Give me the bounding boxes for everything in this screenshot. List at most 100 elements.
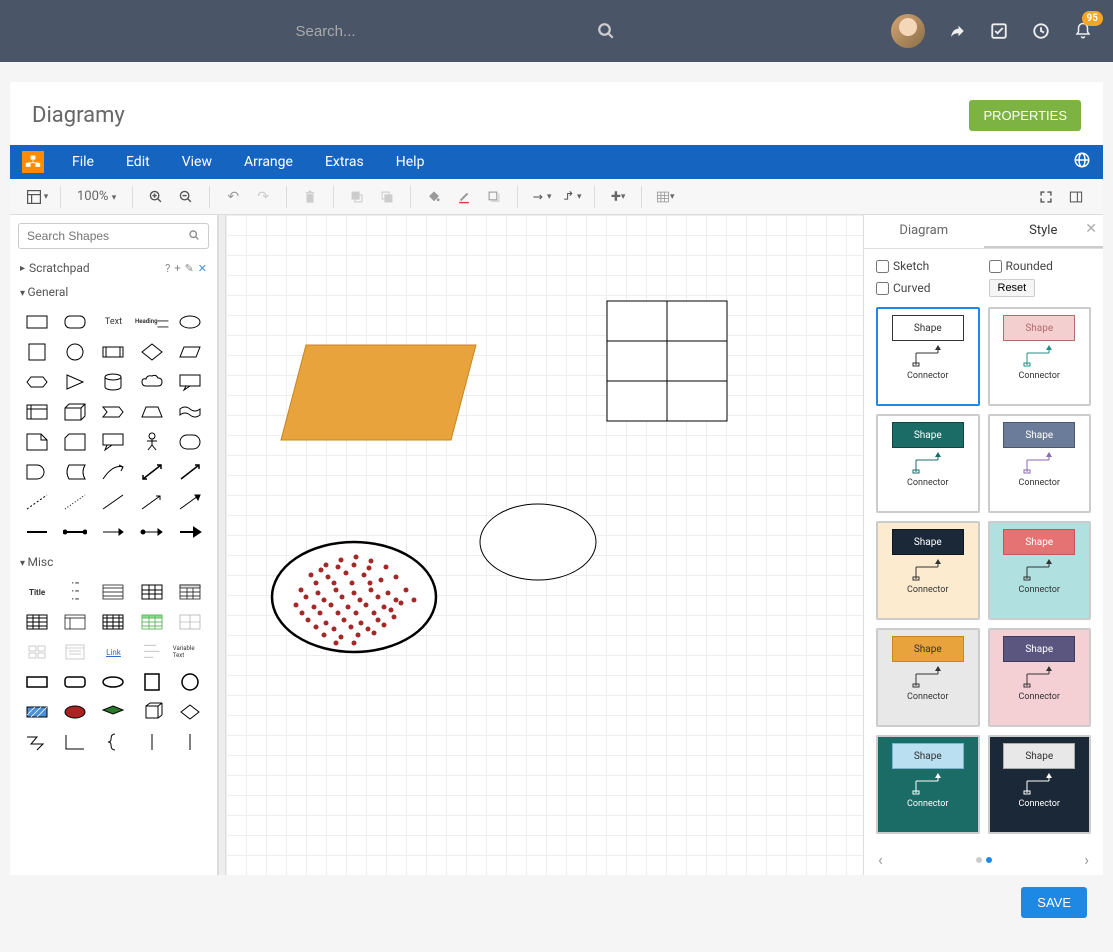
fullscreen-icon[interactable]	[1033, 184, 1059, 210]
style-preset-8[interactable]: ShapeConnector	[876, 735, 980, 834]
section-misc[interactable]: Misc	[10, 549, 217, 575]
notification-bell-icon[interactable]: 95	[1073, 21, 1093, 41]
shape-internal-storage[interactable]	[20, 399, 54, 425]
canvas-shape-parallelogram[interactable]	[276, 340, 486, 450]
insert-icon[interactable]: +▾	[605, 184, 631, 210]
style-preset-3[interactable]: ShapeConnector	[988, 414, 1092, 513]
shape-or[interactable]	[173, 429, 207, 455]
menu-edit[interactable]: Edit	[110, 154, 166, 170]
globe-icon[interactable]	[1073, 151, 1091, 173]
scratchpad-edit-icon[interactable]: ✎	[185, 262, 194, 275]
shape-connector5[interactable]	[173, 519, 207, 545]
redo-icon[interactable]: ↷	[250, 184, 276, 210]
shape-dashed[interactable]	[20, 489, 54, 515]
shape-table-green[interactable]	[135, 609, 169, 635]
shape-list[interactable]: • ━• ━• ━	[58, 579, 92, 605]
to-front-icon[interactable]	[344, 184, 370, 210]
shape-isometric[interactable]	[96, 699, 130, 725]
waypoint-icon[interactable]: ▾	[558, 184, 584, 210]
shape-callout[interactable]	[173, 369, 207, 395]
format-panel-icon[interactable]	[1063, 184, 1089, 210]
shape-diamond2[interactable]	[173, 699, 207, 725]
shape-table2[interactable]	[20, 609, 54, 635]
shape-cylinder[interactable]	[96, 369, 130, 395]
scratchpad-add-icon[interactable]: +	[174, 262, 180, 275]
to-back-icon[interactable]	[374, 184, 400, 210]
canvas[interactable]	[226, 215, 863, 875]
pager-next-icon[interactable]: ›	[1084, 850, 1089, 869]
shape-trapezoid[interactable]	[135, 399, 169, 425]
shape-list2[interactable]	[96, 579, 130, 605]
shape-vline[interactable]	[135, 729, 169, 755]
shape-connector1[interactable]	[20, 519, 54, 545]
shape-step[interactable]	[96, 399, 130, 425]
shadow-icon[interactable]	[481, 184, 507, 210]
shape-title[interactable]: Title	[20, 579, 54, 605]
menu-arrange[interactable]: Arrange	[228, 154, 309, 170]
zoom-out-icon[interactable]	[173, 184, 199, 210]
connection-icon[interactable]: ▾	[528, 184, 554, 210]
shape-arrow[interactable]	[173, 459, 207, 485]
zoom-in-icon[interactable]	[143, 184, 169, 210]
shape-text[interactable]: Text	[96, 309, 130, 335]
shape-data-storage[interactable]	[58, 459, 92, 485]
save-button[interactable]: SAVE	[1021, 887, 1087, 918]
shape-callout2[interactable]	[96, 429, 130, 455]
layout-dropdown-icon[interactable]: ▾	[24, 184, 50, 210]
fill-icon[interactable]	[421, 184, 447, 210]
canvas-shape-dotted-ellipse[interactable]	[266, 535, 446, 665]
avatar[interactable]	[891, 14, 925, 48]
table-icon[interactable]: ▾	[652, 184, 678, 210]
style-preset-0[interactable]: ShapeConnector	[876, 307, 980, 406]
delete-icon[interactable]	[297, 184, 323, 210]
app-logo-icon[interactable]	[22, 151, 44, 173]
sketch-checkbox[interactable]: Sketch	[876, 259, 979, 273]
shape-circle[interactable]	[58, 339, 92, 365]
shape-line-arrow2[interactable]	[173, 489, 207, 515]
shape-window[interactable]	[58, 609, 92, 635]
shape-line[interactable]	[96, 489, 130, 515]
shape-and[interactable]	[20, 459, 54, 485]
canvas-shape-ellipse[interactable]	[476, 500, 606, 590]
shape-cube[interactable]	[58, 399, 92, 425]
shape-tape[interactable]	[173, 399, 207, 425]
search-icon[interactable]	[596, 21, 616, 41]
menu-view[interactable]: View	[166, 154, 228, 170]
canvas-shape-table[interactable]	[606, 300, 736, 430]
shape-search-input[interactable]	[18, 223, 209, 249]
shape-actor[interactable]	[135, 429, 169, 455]
splitter-left[interactable]	[218, 215, 226, 875]
search-icon[interactable]	[188, 229, 201, 246]
shape-lined-box[interactable]	[58, 639, 92, 665]
shape-parallelogram[interactable]	[173, 339, 207, 365]
properties-button[interactable]: PROPERTIES	[969, 100, 1081, 131]
shape-ellipse2[interactable]	[96, 669, 130, 695]
shape-curve[interactable]	[96, 459, 130, 485]
clock-icon[interactable]	[1031, 21, 1051, 41]
shape-vline2[interactable]	[173, 729, 207, 755]
curved-checkbox[interactable]: Curved	[876, 281, 979, 295]
shape-bidir-arrow[interactable]	[135, 459, 169, 485]
shape-table4[interactable]	[173, 609, 207, 635]
line-color-icon[interactable]	[451, 184, 477, 210]
tab-diagram[interactable]: Diagram	[864, 215, 984, 248]
style-preset-2[interactable]: ShapeConnector	[876, 414, 980, 513]
scratchpad-label[interactable]: Scratchpad	[29, 261, 90, 275]
shape-variable[interactable]: Variable Text	[173, 639, 207, 665]
shape-note[interactable]	[20, 429, 54, 455]
shape-angle[interactable]	[58, 729, 92, 755]
pager-prev-icon[interactable]: ‹	[878, 850, 883, 869]
share-icon[interactable]	[947, 21, 967, 41]
shape-text-lines[interactable]: ━━━━━━━━━━━━	[135, 639, 169, 665]
menu-extras[interactable]: Extras	[309, 154, 380, 170]
shape-triangle[interactable]	[58, 369, 92, 395]
style-preset-5[interactable]: ShapeConnector	[988, 521, 1092, 620]
shape-connector4[interactable]	[135, 519, 169, 545]
style-preset-4[interactable]: ShapeConnector	[876, 521, 980, 620]
style-preset-6[interactable]: ShapeConnector	[876, 628, 980, 727]
section-general[interactable]: General	[10, 279, 217, 305]
shape-cloud[interactable]	[135, 369, 169, 395]
shape-square[interactable]	[20, 339, 54, 365]
shape-cube2[interactable]	[135, 699, 169, 725]
shape-dotted[interactable]	[58, 489, 92, 515]
